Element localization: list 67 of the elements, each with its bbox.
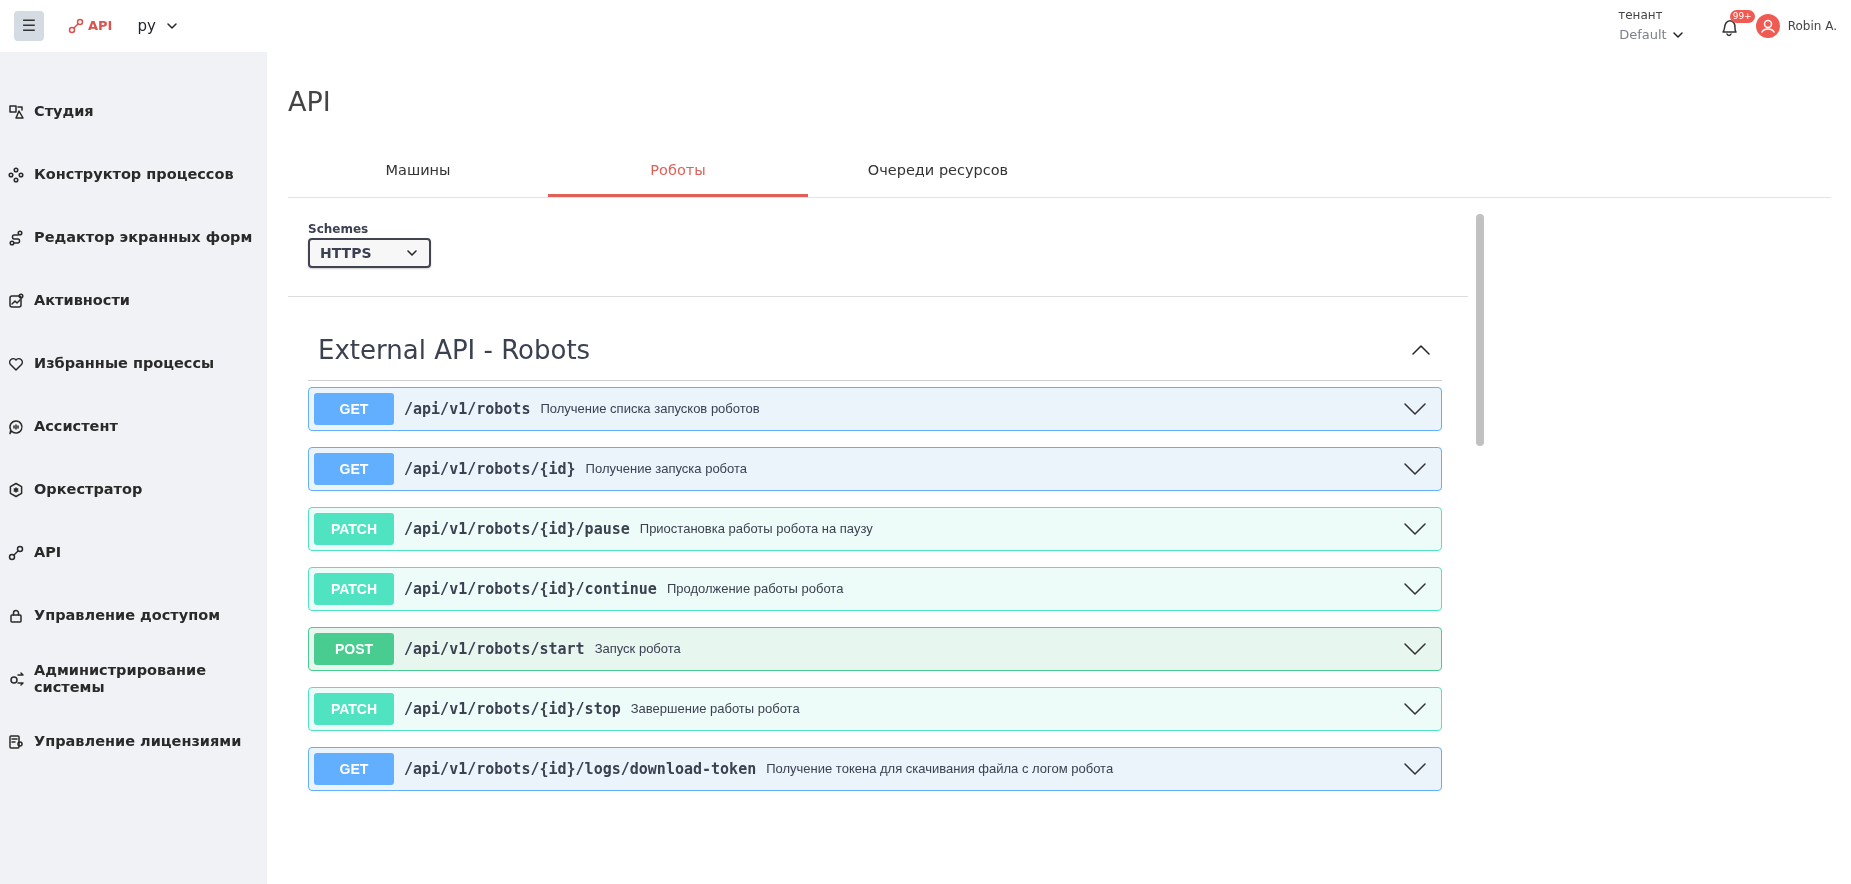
endpoint-summary: Завершение работы робота bbox=[630, 700, 800, 719]
endpoint-path: /api/v1/robots/{id}/logs/download-token bbox=[404, 758, 757, 780]
avatar-icon bbox=[1755, 14, 1780, 38]
endpoint-summary: Запуск робота bbox=[594, 640, 681, 659]
link-icon bbox=[8, 544, 24, 561]
endpoint-path: /api/v1/robots/{id} bbox=[404, 458, 576, 480]
app-name: API bbox=[88, 17, 113, 36]
chart-icon bbox=[8, 292, 24, 309]
sidebar-item[interactable]: Управление доступом bbox=[0, 584, 267, 647]
lock-icon bbox=[8, 607, 24, 624]
chat-icon bbox=[8, 418, 24, 435]
heart-icon bbox=[8, 355, 24, 372]
route-icon bbox=[8, 229, 24, 246]
section-header[interactable]: External API - Robots bbox=[308, 297, 1442, 382]
notification-count: 99+ bbox=[1729, 10, 1755, 23]
link-icon bbox=[68, 18, 84, 34]
tenant-label: тенант bbox=[1618, 7, 1664, 25]
sidebar-item[interactable]: Управление лицензиями bbox=[0, 710, 267, 773]
sidebar-item[interactable]: Активности bbox=[0, 269, 267, 332]
tenant-select[interactable]: Default bbox=[1618, 24, 1686, 46]
user-name[interactable]: Robin A. bbox=[1787, 17, 1837, 35]
method-label: PATCH bbox=[314, 693, 394, 726]
endpoint-summary: Получение списка запусков роботов bbox=[540, 400, 760, 419]
tab[interactable]: Очереди ресурсов bbox=[808, 148, 1068, 198]
endpoint-path: /api/v1/robots/{id}/continue bbox=[404, 578, 657, 600]
endpoint-summary: Получение запуска робота bbox=[585, 460, 748, 479]
endpoint-row[interactable]: GET /api/v1/robots Получение списка запусков роботов bbox=[308, 387, 1442, 432]
sidebar-item[interactable]: Оркестратор bbox=[0, 458, 267, 521]
sidebar-item[interactable]: Редактор экранных форм bbox=[0, 206, 267, 269]
tab[interactable]: Роботы bbox=[548, 148, 808, 198]
sidebar-item[interactable]: Администрирование системы bbox=[0, 647, 267, 710]
endpoint-row[interactable]: GET /api/v1/robots/{id}/logs/download-token Получение токена для скачивания файла с логом робота bbox=[308, 747, 1442, 792]
schemes-select[interactable]: HTTPS bbox=[308, 238, 431, 269]
schemes-label: Schemes bbox=[308, 221, 370, 239]
endpoint-row[interactable]: PATCH /api/v1/robots/{id}/pause Приостановка работы робота на паузу bbox=[308, 507, 1442, 552]
method-label: GET bbox=[314, 393, 394, 426]
endpoint-path: /api/v1/robots/start bbox=[404, 638, 585, 660]
gear-arrows-icon bbox=[8, 670, 24, 687]
sidebar-item[interactable]: Избранные процессы bbox=[0, 332, 267, 395]
method-label: GET bbox=[314, 453, 394, 486]
endpoint-row[interactable]: POST /api/v1/robots/start Запуск робота bbox=[308, 627, 1442, 672]
menu-button[interactable]: ☰ bbox=[14, 11, 44, 41]
endpoint-path: /api/v1/robots bbox=[404, 398, 531, 420]
endpoint-path: /api/v1/robots/{id}/pause bbox=[404, 518, 630, 540]
hexagon-icon bbox=[8, 481, 24, 498]
endpoint-row[interactable]: PATCH /api/v1/robots/{id}/stop Завершение работы робота bbox=[308, 687, 1442, 732]
sidebar-item[interactable]: API bbox=[0, 521, 267, 584]
language-select[interactable]: ру bbox=[136, 13, 181, 39]
method-label: PATCH bbox=[314, 573, 394, 606]
method-label: GET bbox=[314, 753, 394, 786]
endpoint-path: /api/v1/robots/{id}/stop bbox=[404, 698, 621, 720]
sidebar-item[interactable]: Ассистент bbox=[0, 395, 267, 458]
endpoint-row[interactable]: GET /api/v1/robots/{id} Получение запуска робота bbox=[308, 447, 1442, 492]
tab[interactable]: Машины bbox=[288, 148, 548, 198]
page-title: API bbox=[288, 86, 332, 119]
scrollbar-thumb[interactable] bbox=[1476, 214, 1484, 447]
method-label: POST bbox=[314, 633, 394, 666]
shapes-icon bbox=[8, 103, 24, 120]
sidebar-item[interactable]: Конструктор процессов bbox=[0, 143, 267, 206]
nodes-icon bbox=[8, 166, 24, 183]
endpoint-summary: Приостановка работы робота на паузу bbox=[639, 520, 873, 539]
endpoint-row[interactable]: PATCH /api/v1/robots/{id}/continue Продолжение работы робота bbox=[308, 567, 1442, 612]
sidebar-item[interactable]: Студия bbox=[0, 80, 267, 143]
certificate-icon bbox=[8, 733, 24, 750]
endpoint-summary: Получение токена для скачивания файла с логом робота bbox=[766, 760, 1114, 779]
method-label: PATCH bbox=[314, 513, 394, 546]
endpoint-summary: Продолжение работы робота bbox=[666, 580, 844, 599]
